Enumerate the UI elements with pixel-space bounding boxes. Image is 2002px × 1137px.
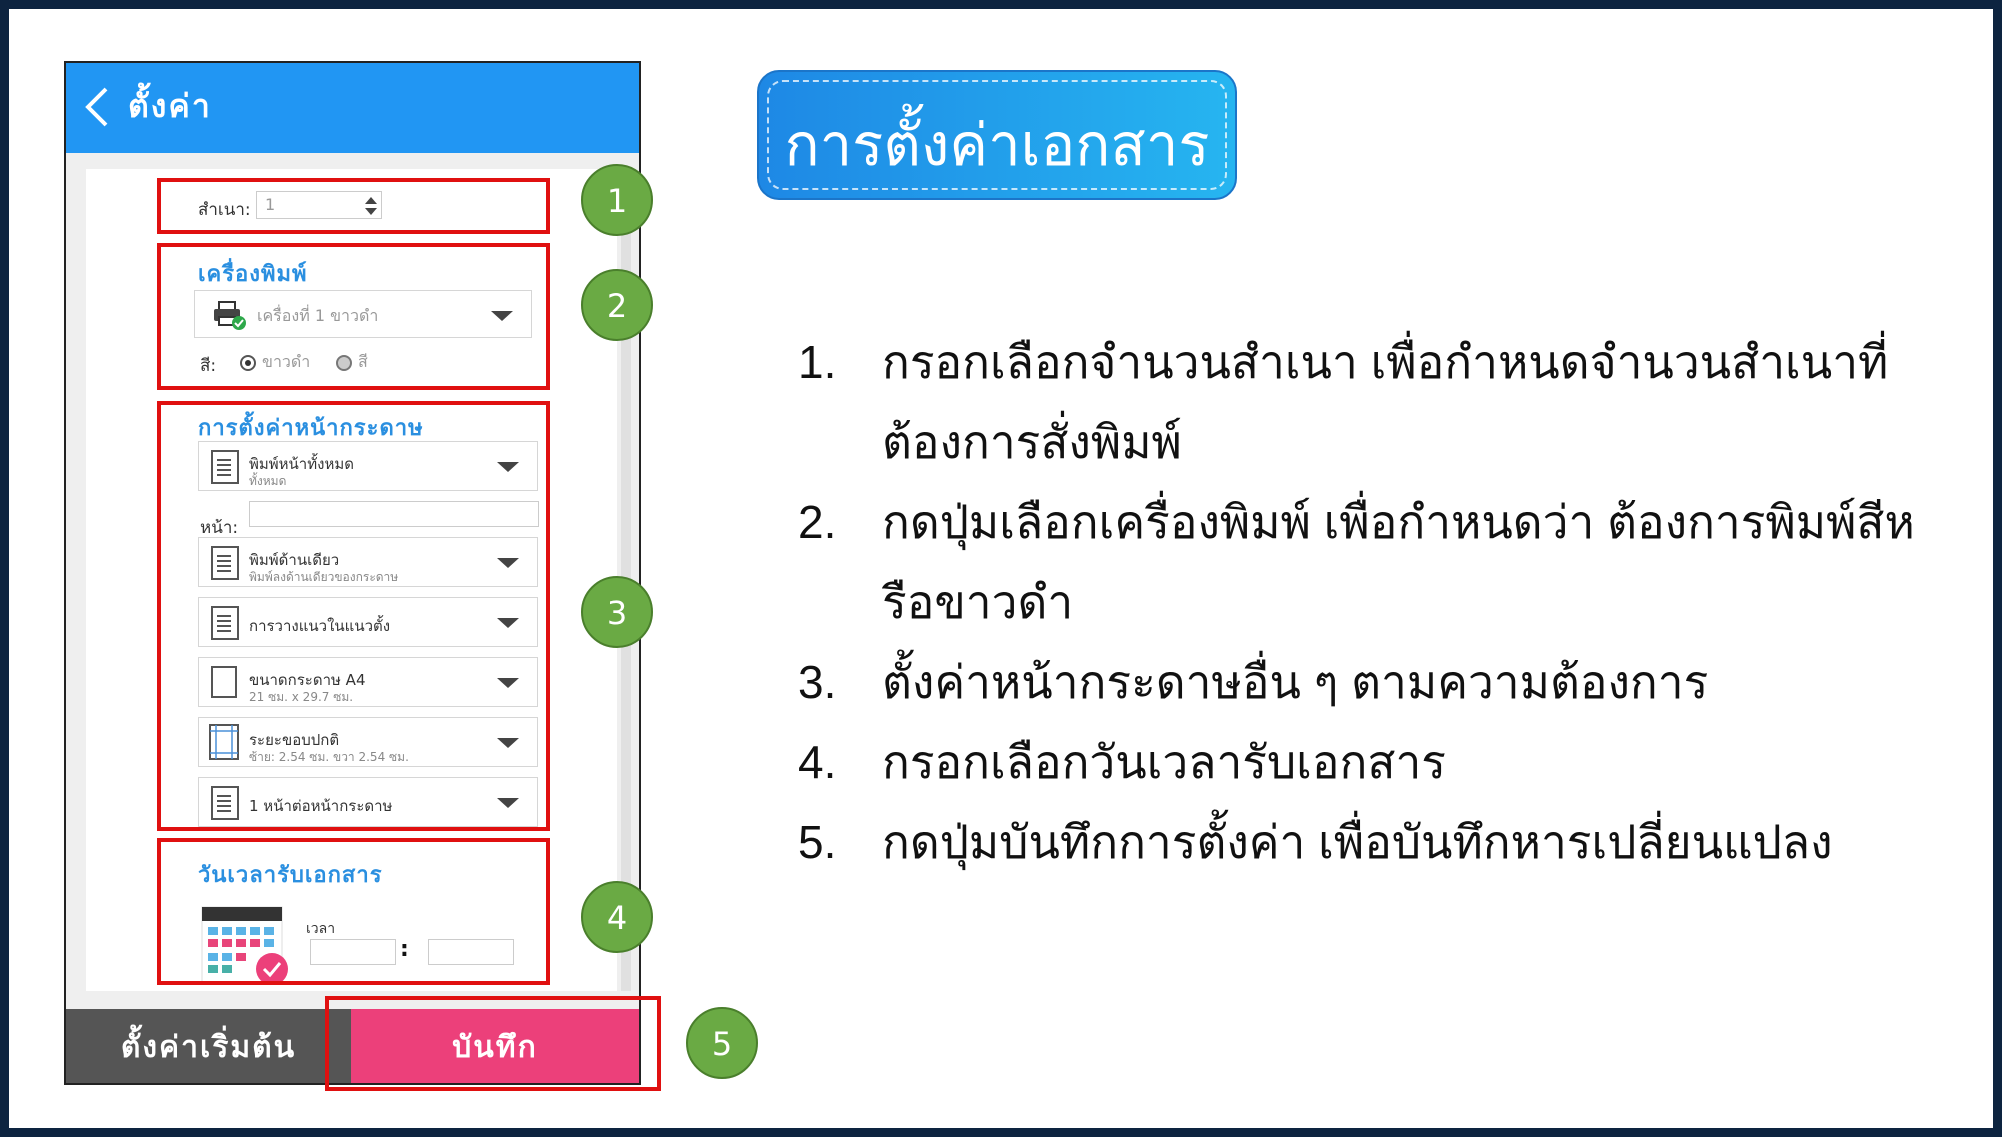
instruction-1: 1. กรอกเลือกจำนวนสำเนา เพื่อกำหนดจำนวนสำ… bbox=[798, 322, 1948, 482]
highlight-box-3 bbox=[157, 401, 550, 831]
highlight-box-1 bbox=[157, 178, 550, 234]
instruction-number: 4. bbox=[798, 736, 837, 788]
marker-3: 3 bbox=[581, 576, 653, 648]
banner-title: การตั้งค่าเอกสาร bbox=[784, 113, 1210, 178]
highlight-box-5 bbox=[325, 996, 661, 1091]
back-arrow-icon[interactable] bbox=[82, 85, 112, 129]
instruction-3: 3. ตั้งค่าหน้ากระดาษอื่น ๆ ตามความต้องกา… bbox=[798, 642, 1948, 722]
app-header: ตั้งค่า bbox=[66, 63, 639, 153]
instruction-text: กดปุ่มบันทึกการตั้งค่า เพื่อบันทึกหารเปล… bbox=[882, 816, 1833, 868]
marker-1: 1 bbox=[581, 164, 653, 236]
instruction-text: กดปุ่มเลือกเครื่องพิมพ์ เพื่อกำหนดว่า ต้… bbox=[882, 496, 1915, 628]
marker-5: 5 bbox=[686, 1007, 758, 1079]
header-title: ตั้งค่า bbox=[128, 87, 212, 125]
instruction-text: กรอกเลือกวันเวลารับเอกสาร bbox=[882, 736, 1446, 788]
marker-2: 2 bbox=[581, 269, 653, 341]
instruction-4: 4. กรอกเลือกวันเวลารับเอกสาร bbox=[798, 722, 1948, 802]
instruction-2: 2. กดปุ่มเลือกเครื่องพิมพ์ เพื่อกำหนดว่า… bbox=[798, 482, 1948, 642]
title-banner: การตั้งค่าเอกสาร bbox=[757, 70, 1237, 200]
instruction-number: 2. bbox=[798, 496, 837, 548]
instruction-number: 3. bbox=[798, 656, 837, 708]
marker-4: 4 bbox=[581, 881, 653, 953]
highlight-box-2 bbox=[157, 243, 550, 390]
highlight-box-4 bbox=[157, 838, 550, 985]
instruction-number: 5. bbox=[798, 816, 837, 868]
instruction-number: 1. bbox=[798, 336, 837, 388]
instruction-text: ตั้งค่าหน้ากระดาษอื่น ๆ ตามความต้องการ bbox=[882, 656, 1709, 708]
reset-defaults-button[interactable]: ตั้งค่าเริ่มต้น bbox=[66, 1009, 351, 1083]
instruction-text: กรอกเลือกจำนวนสำเนา เพื่อกำหนดจำนวนสำเนา… bbox=[882, 336, 1889, 468]
instruction-5: 5. กดปุ่มบันทึกการตั้งค่า เพื่อบันทึกหาร… bbox=[798, 802, 1948, 882]
